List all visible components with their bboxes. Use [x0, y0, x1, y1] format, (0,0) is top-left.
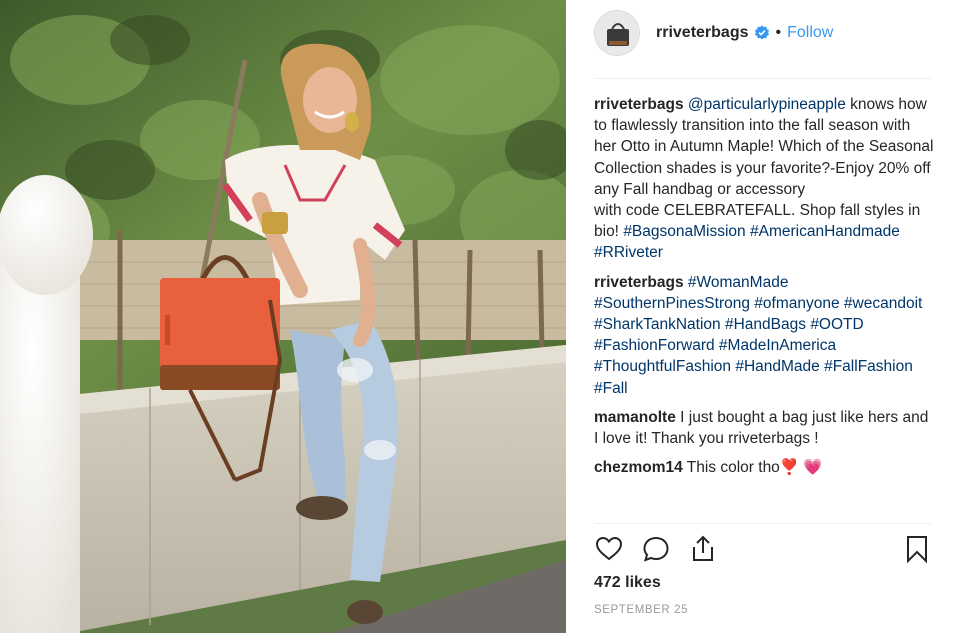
speech-bubble-icon[interactable] [641, 534, 671, 564]
comment: chezmom14 This color tho❣️ 💗 [594, 457, 934, 478]
hashtag-link[interactable]: #SharkTankNation [594, 316, 721, 333]
hashtag-link[interactable]: #wecandoit [844, 295, 922, 312]
comment-username[interactable]: rriveterbags [594, 274, 684, 291]
share-icon[interactable] [688, 534, 718, 564]
comment-text: This color tho [686, 459, 780, 477]
hashtag-link[interactable]: #HandMade [735, 358, 819, 375]
post-sidebar: rriveterbags • Follow rriveterbags @part… [566, 0, 960, 633]
comment-username[interactable]: rriveterbags [594, 96, 684, 113]
post-header: rriveterbags • Follow [594, 10, 932, 56]
hashtag-link[interactable]: #SouthernPinesStrong [594, 295, 750, 312]
comment-list: rriveterbags @particularlypineapple know… [594, 94, 934, 486]
likes-count[interactable]: 472 likes [594, 574, 661, 592]
post-image [0, 0, 566, 633]
hashtag-link[interactable]: #FallFashion [824, 358, 913, 375]
hashtag-link[interactable]: #WomanMade [688, 274, 789, 291]
hashtag-link[interactable]: #RRiveter [594, 244, 663, 261]
post-photo[interactable] [0, 0, 566, 633]
comment: mamanolte I just bought a bag just like … [594, 407, 934, 449]
action-bar [594, 534, 932, 564]
comment: rriveterbags #WomanMade #SouthernPinesSt… [594, 272, 934, 399]
bookmark-icon[interactable] [902, 534, 932, 564]
header-username[interactable]: rriveterbags [656, 24, 749, 42]
hashtag-link[interactable]: #BagsonaMission [623, 223, 745, 240]
actions-divider [594, 523, 932, 524]
follow-button[interactable]: Follow [787, 24, 833, 42]
hashtag-link[interactable]: #ThoughtfulFashion [594, 358, 731, 375]
hashtag-link[interactable]: #MadeInAmerica [719, 337, 836, 354]
comment-username[interactable]: chezmom14 [594, 459, 683, 476]
mention-link[interactable]: @particularlypineapple [688, 96, 846, 113]
hashtag-link[interactable]: #FashionForward [594, 337, 715, 354]
hashtag-link[interactable]: #Fall [594, 380, 628, 397]
hashtag-link[interactable]: #OOTD [810, 316, 863, 333]
separator-dot: • [775, 24, 782, 41]
verified-badge-icon [754, 25, 769, 40]
emoji-text: ❣️ 💗 [779, 459, 823, 477]
hashtag-link[interactable]: #HandBags [725, 316, 806, 333]
header-divider [594, 78, 932, 79]
hashtag-link[interactable]: #ofmanyone [754, 295, 839, 312]
avatar[interactable] [594, 10, 640, 56]
post-date: SEPTEMBER 25 [594, 604, 689, 616]
comment: rriveterbags @particularlypineapple know… [594, 94, 934, 264]
avatar-image [595, 11, 639, 55]
hashtag-link[interactable]: #AmericanHandmade [750, 223, 900, 240]
heart-icon[interactable] [594, 534, 624, 564]
comment-username[interactable]: mamanolte [594, 409, 676, 426]
